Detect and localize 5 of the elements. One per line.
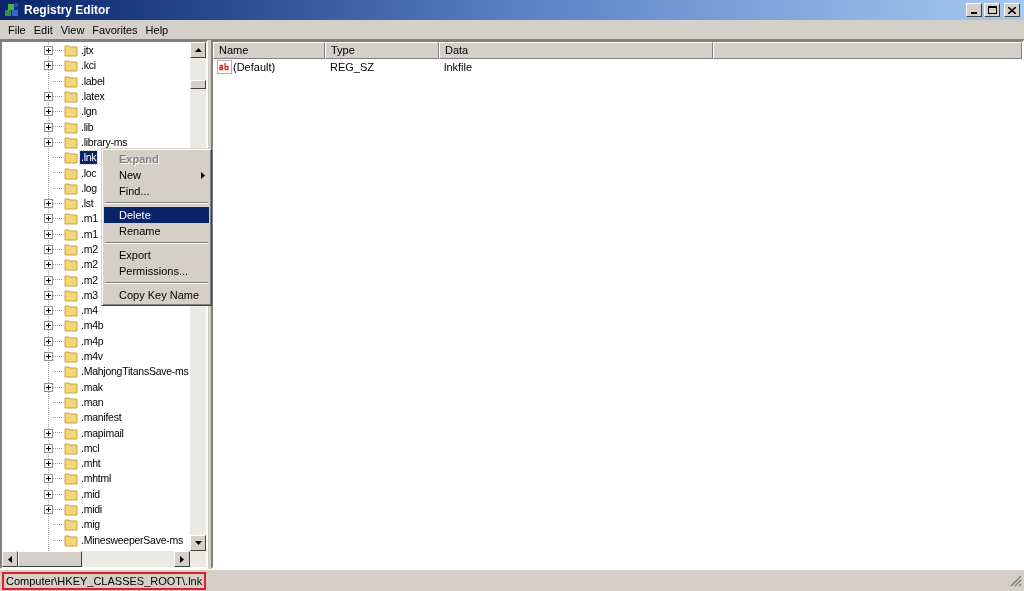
table-cell-text: (Default) [233,59,276,75]
table-cell: lnkfile [444,60,473,73]
window-title: Registry Editor [24,2,110,19]
table-cell: REG_SZ [330,60,374,73]
status-path: Computer\HKEY_CLASSES_ROOT\.lnk [2,571,207,590]
